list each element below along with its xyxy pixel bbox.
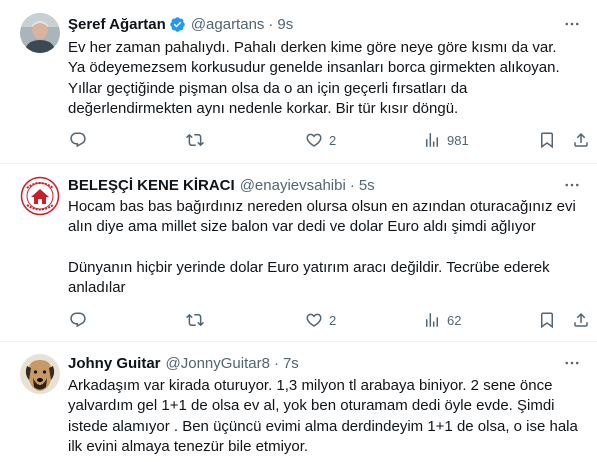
retweet-button[interactable] bbox=[186, 308, 204, 332]
reply-icon bbox=[70, 132, 86, 148]
timestamp[interactable]: 7s bbox=[283, 355, 299, 372]
timestamp[interactable]: 9s bbox=[277, 16, 293, 33]
more-icon[interactable] bbox=[561, 14, 583, 34]
separator-dot: · bbox=[349, 176, 355, 194]
tweet-text-line: ilk evini almaya tenezür bile etmiyor. bbox=[68, 438, 309, 456]
timestamp[interactable]: 5s bbox=[359, 177, 375, 194]
tweet-text-line: Arkadaşım var kirada oturuyor. 1,3 milyo… bbox=[68, 377, 553, 394]
share-icon bbox=[574, 312, 588, 327]
user-handle[interactable]: @JonnyGuitar8 bbox=[166, 355, 270, 372]
more-icon[interactable] bbox=[561, 353, 583, 373]
user-handle[interactable]: @agartans bbox=[191, 16, 265, 33]
tweet-text-line: Hocam bas bas bağırdınız nereden olursa … bbox=[68, 198, 576, 215]
bookmark-icon bbox=[541, 132, 553, 149]
tweet-text-line: Ev her zaman pahalıydı. Pahalı derken ki… bbox=[68, 39, 557, 56]
retweet-button[interactable] bbox=[186, 128, 204, 152]
verified-badge-icon bbox=[169, 16, 186, 33]
action-bar: 2 62 bbox=[60, 308, 588, 332]
tweet-text: Hocam bas bas bağırdınız nereden olursa … bbox=[68, 197, 583, 299]
tweet-text-line: yalvardım gel 1+1 de olsa ev al, yok ben… bbox=[68, 397, 555, 415]
tweet-header: Şeref Ağartan @agartans · 9s bbox=[68, 14, 293, 34]
tweet-text-line: Dünyanın hiçbir yerinde dolar Euro yatır… bbox=[68, 258, 550, 276]
like-icon bbox=[306, 133, 322, 147]
bookmark-button[interactable] bbox=[538, 128, 556, 152]
action-bar: 2 981 bbox=[60, 128, 588, 152]
like-count: 2 bbox=[329, 132, 337, 148]
like-count: 2 bbox=[329, 312, 337, 328]
tweet-text: Ev her zaman pahalıydı. Pahalı derken ki… bbox=[68, 38, 583, 120]
views-icon bbox=[426, 313, 438, 327]
views-count: 62 bbox=[447, 312, 462, 328]
reply-icon bbox=[70, 312, 86, 328]
display-name[interactable]: Johny Guitar bbox=[68, 355, 161, 372]
reply-button[interactable] bbox=[69, 128, 87, 152]
tweet-1[interactable]: Şeref Ağartan @agartans · 9s Ev her zama… bbox=[0, 0, 597, 164]
retweet-icon bbox=[186, 313, 204, 327]
tweet-header: BELEŞÇİ KENE KİRACI @enayievsahibi · 5s bbox=[68, 175, 375, 195]
avatar[interactable] bbox=[20, 176, 60, 216]
display-name[interactable]: BELEŞÇİ KENE KİRACI bbox=[68, 177, 235, 194]
tweet-text-line: alın diye ama millet size balon var dedi… bbox=[68, 218, 536, 236]
bookmark-button[interactable] bbox=[538, 308, 556, 332]
reply-button[interactable] bbox=[69, 308, 87, 332]
tweet-text-line bbox=[68, 238, 583, 258]
bookmark-icon bbox=[541, 312, 553, 329]
tweet-text-line: anladılar bbox=[68, 279, 126, 297]
like-icon bbox=[306, 313, 322, 327]
separator-dot: · bbox=[273, 354, 279, 372]
tweet-text: Arkadaşım var kirada oturuyor. 1,3 milyo… bbox=[68, 376, 583, 458]
views-button[interactable]: 62 bbox=[423, 308, 461, 332]
share-icon bbox=[574, 132, 588, 147]
share-button[interactable] bbox=[572, 308, 590, 332]
more-icon[interactable] bbox=[561, 175, 583, 195]
like-button[interactable]: 2 bbox=[305, 128, 336, 152]
tweet-2[interactable]: BELEŞÇİ KENE KİRACI @enayievsahibi · 5s … bbox=[0, 164, 597, 342]
avatar[interactable] bbox=[20, 354, 60, 394]
tweet-text-line: Yıllar geçtiğinde pişman olsa da o an iç… bbox=[68, 79, 468, 97]
like-button[interactable]: 2 bbox=[305, 308, 336, 332]
tweet-text-line: değerlendirmekten aynı nedenle korkar. B… bbox=[68, 100, 459, 118]
views-icon bbox=[426, 133, 438, 147]
tweet-text-line: Ya ödeyemezsem korkusudur genelde insanl… bbox=[68, 59, 560, 77]
tweet-3[interactable]: Johny Guitar @JonnyGuitar8 · 7s Arkadaşı… bbox=[0, 342, 597, 462]
display-name[interactable]: Şeref Ağartan bbox=[68, 16, 166, 33]
tweet-text-line: istede alamıyor . Ben üçüncü evimi alma … bbox=[68, 417, 578, 435]
views-button[interactable]: 981 bbox=[423, 128, 469, 152]
tweet-header: Johny Guitar @JonnyGuitar8 · 7s bbox=[68, 353, 299, 373]
retweet-icon bbox=[186, 133, 204, 147]
user-handle[interactable]: @enayievsahibi bbox=[240, 177, 346, 194]
share-button[interactable] bbox=[572, 128, 590, 152]
avatar[interactable] bbox=[20, 13, 60, 53]
separator-dot: · bbox=[268, 15, 274, 33]
views-count: 981 bbox=[447, 132, 469, 148]
